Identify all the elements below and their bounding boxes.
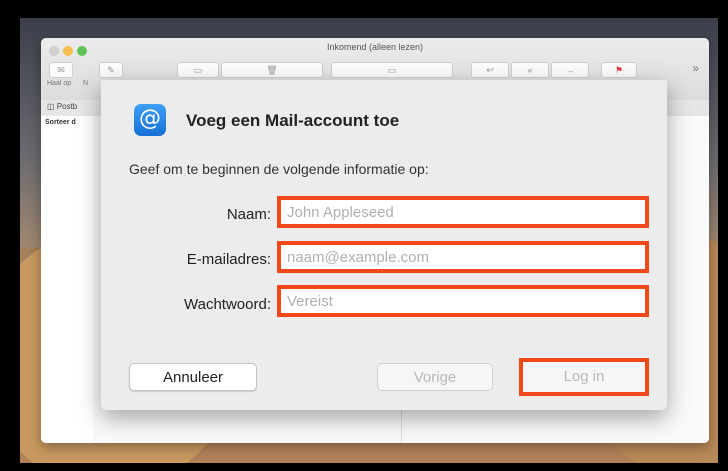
window-title: Inkomend (alleen lezen): [326, 42, 424, 52]
previous-button[interactable]: Vorige: [377, 363, 493, 391]
dialog-subtitle: Geef om te beginnen de volgende informat…: [129, 161, 429, 177]
junk-icon: ▭: [387, 65, 397, 75]
reply-icon: ↩: [486, 65, 494, 75]
compose-button[interactable]: ✎: [99, 62, 123, 78]
login-button[interactable]: Log in: [519, 358, 649, 396]
envelope-icon: ✉: [57, 65, 65, 75]
reply-button[interactable]: ↩: [471, 62, 509, 78]
reply-all-icon: «: [527, 65, 533, 75]
get-mail-label: Haal op: [47, 80, 72, 87]
message-list: [41, 130, 94, 443]
archive-icon: ▭: [193, 65, 203, 75]
toolbar-overflow-icon[interactable]: »: [692, 61, 699, 75]
password-label: Wachtwoord:: [184, 296, 271, 313]
mailboxes-label: Postb: [56, 102, 78, 111]
sort-control[interactable]: Sorteer d: [41, 116, 93, 130]
delete-button[interactable]: 🗑: [221, 62, 323, 78]
reply-all-button[interactable]: «: [511, 62, 549, 78]
forward-icon: →: [565, 65, 575, 75]
dialog-title: Voeg een Mail-account toe: [186, 111, 400, 130]
compose-icon: ✎: [107, 65, 115, 75]
get-mail-button[interactable]: ✉: [49, 62, 73, 78]
password-field[interactable]: [281, 289, 645, 313]
screenshot-frame: Inkomend (alleen lezen) ✉ Haal op N ✎ ▭ …: [6, 5, 722, 466]
forward-button[interactable]: →: [551, 62, 589, 78]
trash-icon: 🗑: [266, 65, 278, 75]
name-field[interactable]: [281, 200, 645, 224]
name-label: Naam:: [226, 206, 271, 223]
sidebar-icon: ◫: [47, 102, 55, 111]
name-field-frame: [277, 196, 649, 228]
mailboxes-button[interactable]: ◫ Postb: [47, 102, 77, 111]
desktop-background: Inkomend (alleen lezen) ✉ Haal op N ✎ ▭ …: [20, 18, 718, 463]
add-account-dialog: @ Voeg een Mail-account toe Geef om te b…: [101, 80, 667, 410]
new-message-label: N: [83, 80, 89, 87]
archive-button[interactable]: ▭: [177, 62, 219, 78]
flag-button[interactable]: ⚑: [601, 62, 637, 78]
email-field-frame: [277, 241, 649, 273]
email-label: E-mailadres:: [186, 251, 271, 268]
flag-icon: ⚑: [614, 65, 624, 75]
password-field-frame: [277, 285, 649, 317]
junk-button[interactable]: ▭: [331, 62, 453, 78]
cancel-button[interactable]: Annuleer: [129, 363, 257, 391]
email-field[interactable]: [281, 245, 645, 269]
at-sign-icon: @: [134, 104, 166, 136]
